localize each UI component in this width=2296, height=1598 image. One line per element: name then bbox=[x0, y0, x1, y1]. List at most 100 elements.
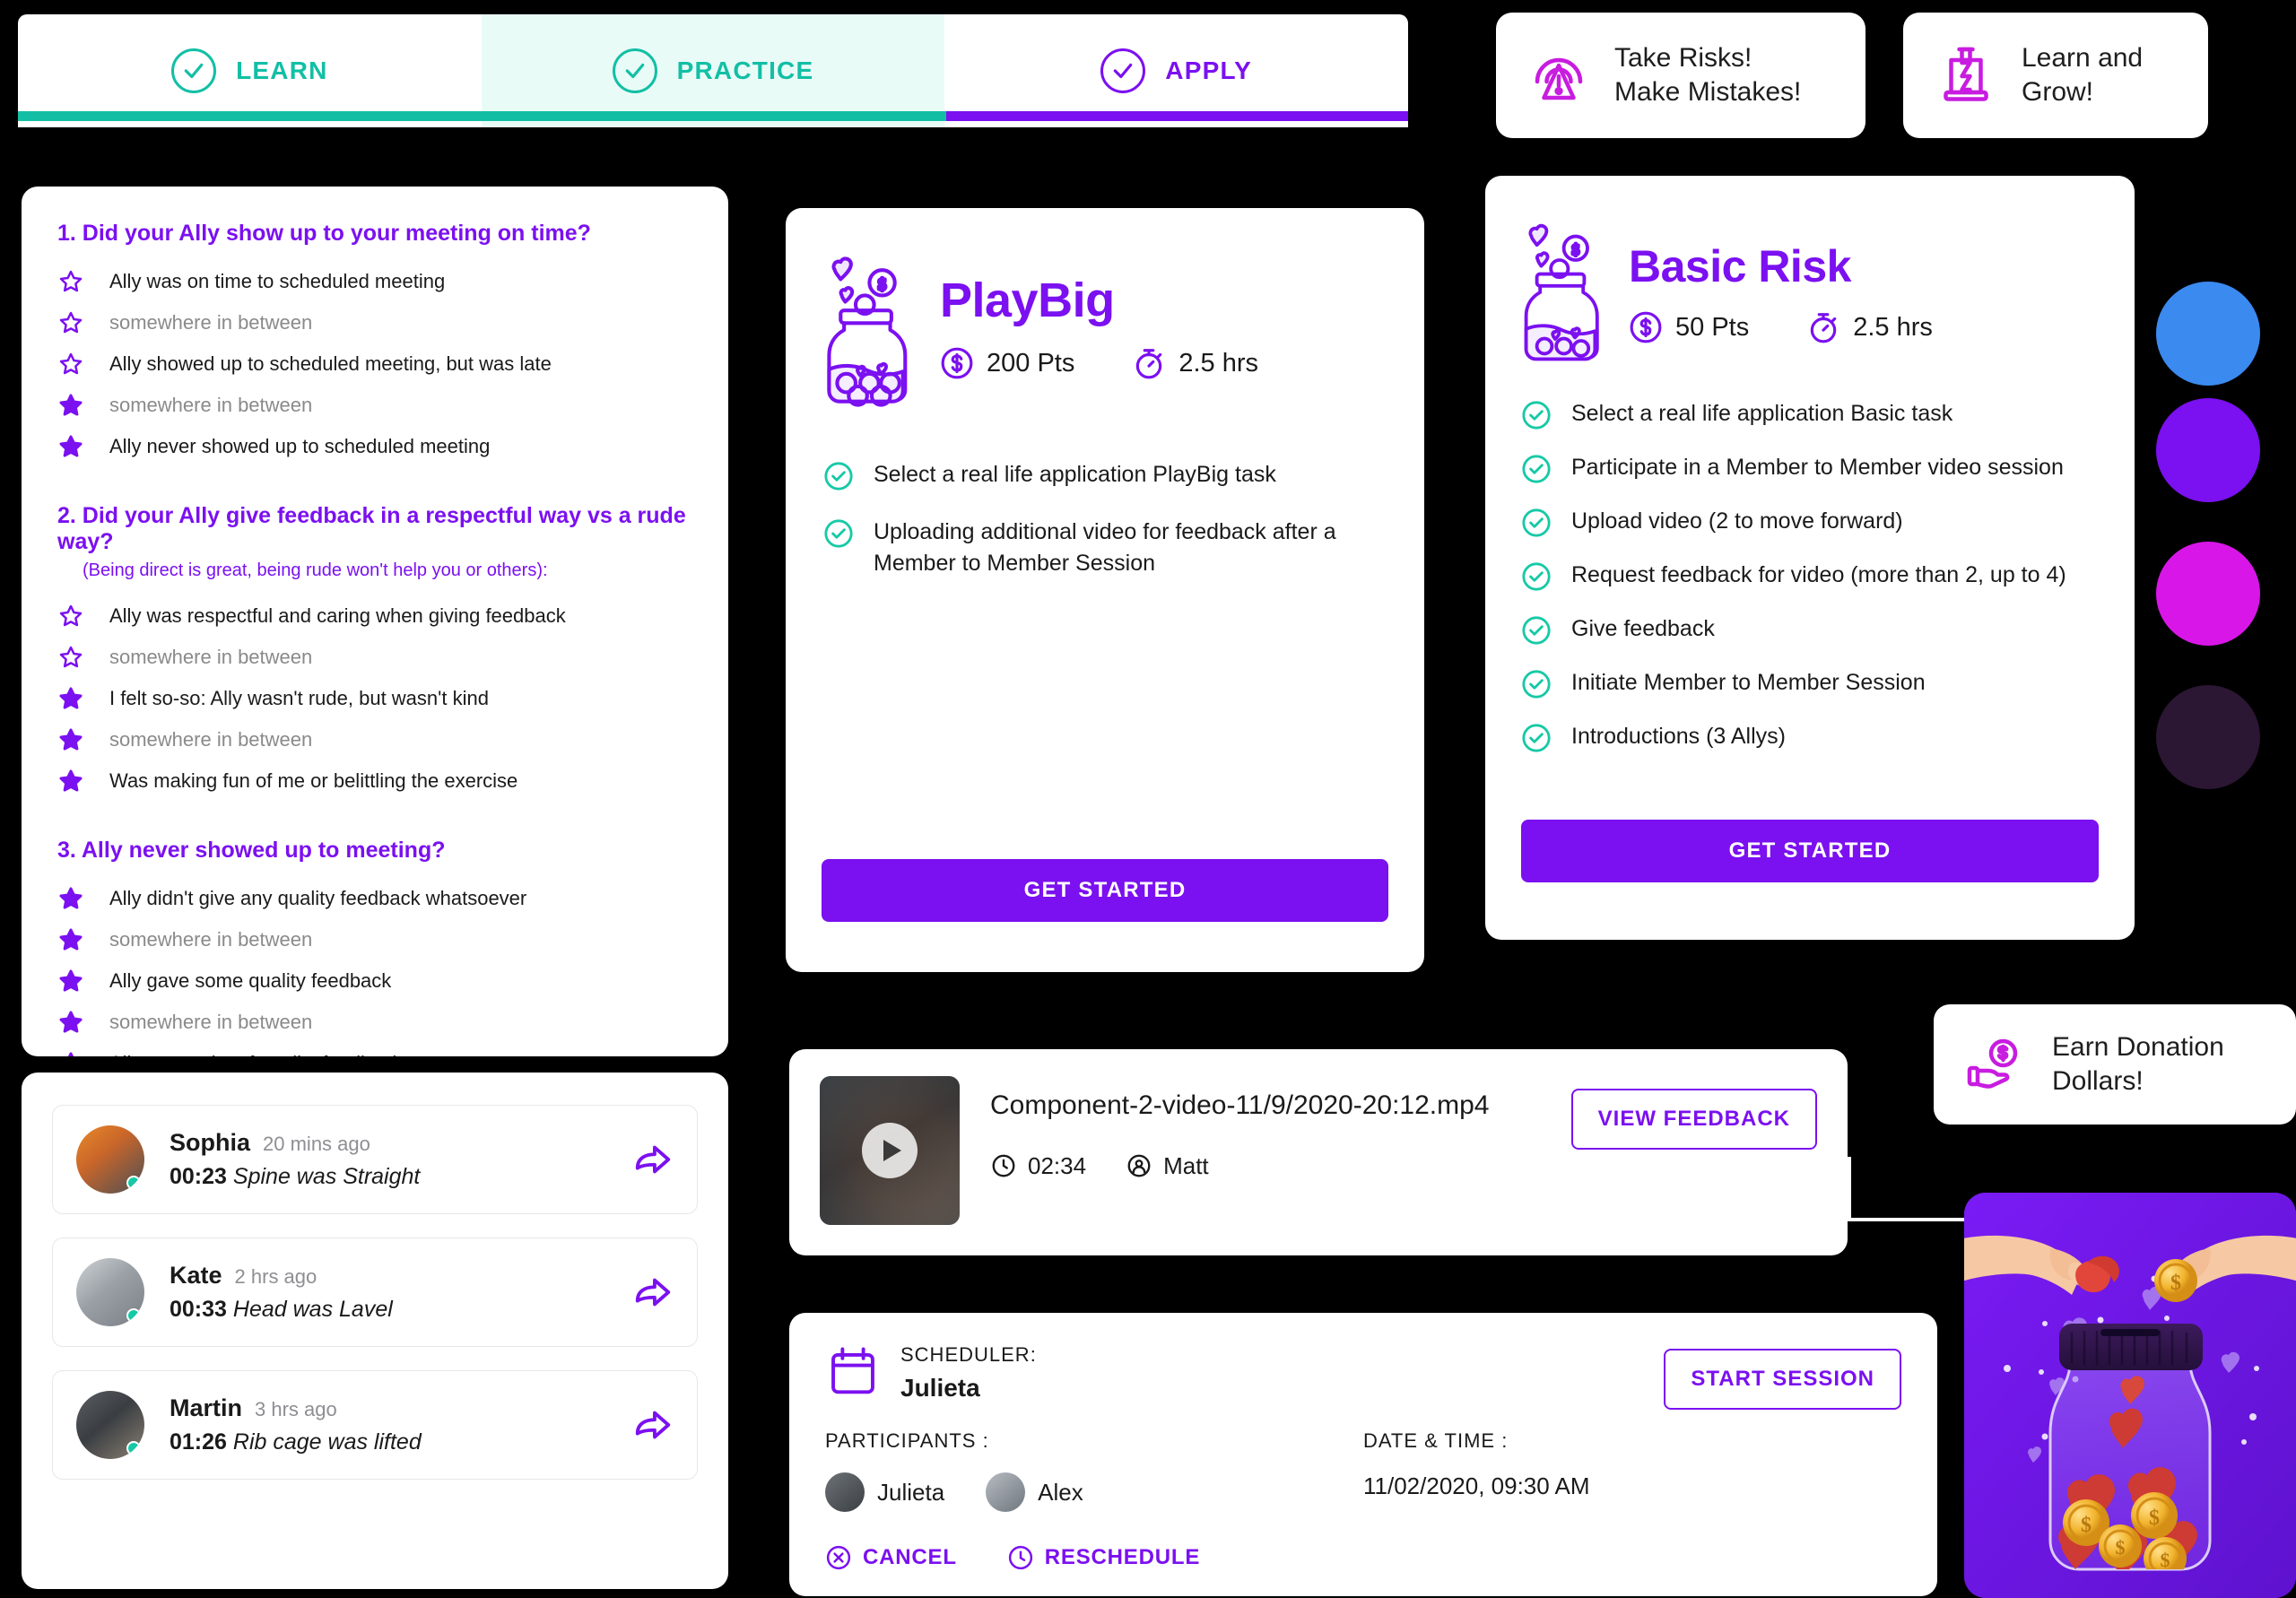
check-circle-icon bbox=[1521, 669, 1552, 699]
question-option[interactable]: Ally was on time to scheduled meeting bbox=[57, 261, 692, 302]
question-option[interactable]: somewhere in between bbox=[57, 719, 692, 760]
svg-text:$: $ bbox=[2081, 1514, 2092, 1537]
online-status-dot bbox=[126, 1308, 141, 1323]
color-swatch-magenta[interactable] bbox=[2156, 542, 2260, 646]
checklist-item: Select a real life application Basic tas… bbox=[1521, 398, 2099, 430]
participant: Alex bbox=[986, 1472, 1083, 1512]
share-arrow-icon[interactable] bbox=[632, 1139, 674, 1180]
avatar bbox=[825, 1472, 865, 1512]
get-started-button-basic-risk[interactable]: GET STARTED bbox=[1521, 820, 2099, 882]
stopwatch-icon bbox=[1806, 310, 1840, 344]
star-filled-icon[interactable] bbox=[57, 768, 84, 795]
question-option[interactable]: somewhere in between bbox=[57, 637, 692, 678]
stopwatch-icon bbox=[1132, 346, 1166, 380]
star-filled-icon[interactable] bbox=[57, 885, 84, 912]
check-circle-icon bbox=[612, 48, 657, 93]
star-filled-icon[interactable] bbox=[57, 392, 84, 419]
task-card-checklist: Select a real life application PlayBig t… bbox=[786, 411, 1424, 578]
star-filled-icon[interactable] bbox=[57, 726, 84, 753]
question-option[interactable]: Ally gave a lot of quality feedback bbox=[57, 1043, 692, 1056]
question-option[interactable]: Ally never showed up to scheduled meetin… bbox=[57, 426, 692, 467]
star-filled-icon[interactable] bbox=[57, 968, 84, 994]
star-outline-icon[interactable] bbox=[57, 309, 84, 336]
star-outline-icon[interactable] bbox=[57, 644, 84, 671]
question-option[interactable]: somewhere in between bbox=[57, 1002, 692, 1043]
question-option[interactable]: I felt so-so: Ally wasn't rude, but wasn… bbox=[57, 678, 692, 719]
question-option[interactable]: Ally gave some quality feedback bbox=[57, 960, 692, 1002]
question-option-label: Ally didn't give any quality feedback wh… bbox=[109, 887, 527, 909]
question-option-label: Ally was on time to scheduled meeting bbox=[109, 270, 446, 292]
reschedule-button[interactable]: RESCHEDULE bbox=[1007, 1544, 1200, 1571]
color-swatch-purple[interactable] bbox=[2156, 398, 2260, 502]
svg-text:$: $ bbox=[2149, 1507, 2160, 1530]
task-card-meta: 50 Pts 2.5 hrs bbox=[1629, 310, 1933, 344]
checklist-item: Participate in a Member to Member video … bbox=[1521, 452, 2099, 484]
badge-learn-grow[interactable]: Learn and Grow! bbox=[1903, 13, 2208, 138]
question-option[interactable]: Ally showed up to scheduled meeting, but… bbox=[57, 343, 692, 385]
star-filled-icon[interactable] bbox=[57, 1050, 84, 1056]
question-option[interactable]: Ally was respectful and caring when givi… bbox=[57, 595, 692, 637]
get-started-button-playbig[interactable]: GET STARTED bbox=[822, 859, 1388, 922]
question-subtitle: (Being direct is great, being rude won't… bbox=[83, 560, 548, 580]
tab-underline bbox=[18, 111, 1408, 121]
task-card-basic-risk: $ Basic Risk 50 Pts 2.5 hrs Select a rea… bbox=[1485, 176, 2135, 940]
share-arrow-icon[interactable] bbox=[632, 1404, 674, 1446]
star-outline-icon[interactable] bbox=[57, 351, 84, 378]
question-option[interactable]: somewhere in between bbox=[57, 385, 692, 426]
view-feedback-button[interactable]: VIEW FEEDBACK bbox=[1570, 1089, 1817, 1150]
question-option[interactable]: somewhere in between bbox=[57, 302, 692, 343]
color-swatch-dark-plum[interactable] bbox=[2156, 685, 2260, 789]
start-session-button[interactable]: START SESSION bbox=[1664, 1349, 1901, 1410]
check-circle-icon bbox=[1521, 508, 1552, 538]
task-card-playbig: $ PlayBig 200 Pts 2.5 hrs Select a real … bbox=[786, 208, 1424, 972]
participant-name: Alex bbox=[1038, 1478, 1083, 1506]
question-option[interactable]: somewhere in between bbox=[57, 919, 692, 960]
star-filled-icon[interactable] bbox=[57, 685, 84, 712]
scheduler-label: SCHEDULER: bbox=[900, 1343, 1037, 1366]
svg-text:$: $ bbox=[2116, 1536, 2126, 1559]
comment-row[interactable]: Kate 2 hrs ago 00:33 Head was Lavel bbox=[52, 1238, 698, 1347]
question-option[interactable]: Ally didn't give any quality feedback wh… bbox=[57, 878, 692, 919]
share-arrow-icon[interactable] bbox=[632, 1272, 674, 1313]
question-title: 3. Ally never showed up to meeting? bbox=[57, 838, 446, 863]
color-swatch-blue[interactable] bbox=[2156, 282, 2260, 386]
video-thumbnail[interactable] bbox=[820, 1076, 960, 1225]
dollar-circle-icon bbox=[1629, 310, 1663, 344]
star-filled-icon[interactable] bbox=[57, 433, 84, 460]
feedback-question-panel: 1. Did your Ally show up to your meeting… bbox=[22, 187, 728, 1056]
connector-line-horizontal bbox=[1848, 1218, 1968, 1221]
comment-body: Kate 2 hrs ago 00:33 Head was Lavel bbox=[170, 1262, 607, 1323]
task-card-info: PlayBig 200 Pts 2.5 hrs bbox=[940, 249, 1258, 380]
checklist-item-label: Upload video (2 to move forward) bbox=[1571, 508, 1903, 534]
avatar bbox=[76, 1391, 144, 1459]
donation-jar-icon: $ bbox=[813, 249, 931, 411]
video-title: Component-2-video-11/9/2020-20:12.mp4 bbox=[990, 1090, 1490, 1120]
question-option-label: Ally never showed up to scheduled meetin… bbox=[109, 435, 491, 457]
star-outline-icon[interactable] bbox=[57, 268, 84, 295]
datetime-value: 11/02/2020, 09:30 AM bbox=[1363, 1472, 1590, 1499]
video-author: Matt bbox=[1126, 1152, 1209, 1180]
hand-coin-icon bbox=[1964, 1030, 2029, 1099]
comment-row[interactable]: Martin 3 hrs ago 01:26 Rib cage was lifted bbox=[52, 1370, 698, 1480]
question-option-label: somewhere in between bbox=[109, 646, 313, 668]
checklist-item-label: Select a real life application Basic tas… bbox=[1571, 401, 1953, 426]
task-duration: 2.5 hrs bbox=[1806, 310, 1933, 344]
play-icon[interactable] bbox=[862, 1123, 918, 1178]
star-outline-icon[interactable] bbox=[57, 603, 84, 630]
svg-text:$: $ bbox=[2161, 1549, 2170, 1571]
tab-underline-teal bbox=[18, 111, 946, 121]
cancel-button[interactable]: CANCEL bbox=[825, 1544, 957, 1571]
comment-body: Sophia 20 mins ago 00:23 Spine was Straigh… bbox=[170, 1129, 607, 1190]
clock-icon bbox=[990, 1152, 1017, 1179]
badge-learn-grow-label: Learn and Grow! bbox=[2022, 42, 2144, 107]
badge-take-risks[interactable]: Take Risks! Make Mistakes! bbox=[1496, 13, 1866, 138]
comment-row[interactable]: Sophia 20 mins ago 00:23 Spine was Straigh… bbox=[52, 1105, 698, 1214]
question-option[interactable]: Was making fun of me or belittling the e… bbox=[57, 760, 692, 802]
star-filled-icon[interactable] bbox=[57, 926, 84, 953]
badge-earn-donation[interactable]: Earn Donation Dollars! bbox=[1934, 1004, 2296, 1125]
question-title: 2. Did your Ally give feedback in a resp… bbox=[57, 503, 686, 554]
task-card-name: Basic Risk bbox=[1629, 241, 1851, 291]
growth-hourglass-icon bbox=[1934, 41, 1998, 110]
star-filled-icon[interactable] bbox=[57, 1009, 84, 1036]
task-duration: 2.5 hrs bbox=[1132, 346, 1258, 380]
